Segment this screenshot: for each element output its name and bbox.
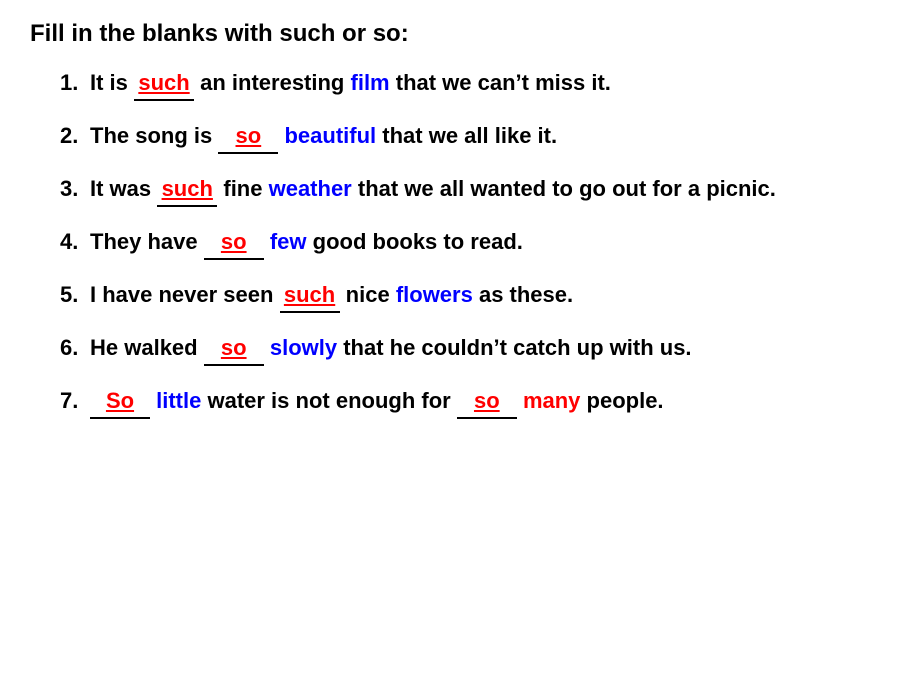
exercise-list: It is such an interesting film that we c…: [30, 66, 890, 419]
list-item-4: They have so few good books to read.: [60, 225, 890, 260]
highlight-blue-word: few: [270, 229, 307, 254]
answer-span: such: [280, 278, 340, 313]
answer-span: so: [218, 119, 278, 154]
highlight-blue-word: weather: [269, 176, 352, 201]
list-item-2: The song is so beautiful that we all lik…: [60, 119, 890, 154]
answer-span: so: [204, 225, 264, 260]
list-item-1: It is such an interesting film that we c…: [60, 66, 890, 101]
highlight-blue-word: slowly: [270, 335, 337, 360]
highlight-blue-word: flowers: [396, 282, 473, 307]
list-item-6: He walked so slowly that he couldn’t cat…: [60, 331, 890, 366]
title: Fill in the blanks with such or so:: [30, 20, 890, 48]
highlight-blue-word: little: [156, 388, 201, 413]
list-item-7: So little water is not enough for so man…: [60, 384, 890, 419]
answer-span: such: [157, 172, 217, 207]
list-item-5: I have never seen such nice flowers as t…: [60, 278, 890, 313]
answer-span: so: [204, 331, 264, 366]
answer-span: such: [134, 66, 194, 101]
highlight-red-word: many: [523, 388, 580, 413]
list-item-3: It was such fine weather that we all wan…: [60, 172, 890, 207]
answer-span: so: [457, 384, 517, 419]
highlight-blue-word: beautiful: [284, 123, 376, 148]
answer-span: So: [90, 384, 150, 419]
highlight-blue-word: film: [351, 70, 390, 95]
